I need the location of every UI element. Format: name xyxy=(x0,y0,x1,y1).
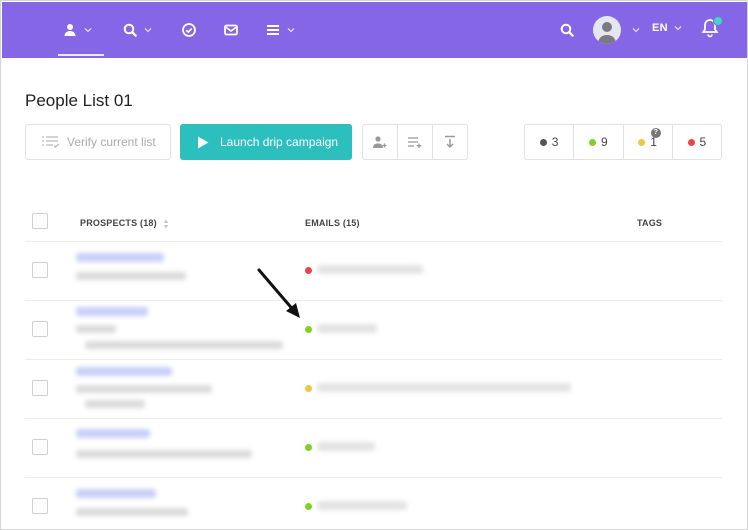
notification-indicator xyxy=(713,16,723,26)
active-nav-indicator xyxy=(58,54,104,56)
status-count: 9 xyxy=(601,135,608,149)
user-avatar[interactable] xyxy=(593,16,621,44)
nav-search[interactable] xyxy=(122,18,152,42)
column-header-emails[interactable]: EMAILS (15) xyxy=(305,218,360,228)
export-icon xyxy=(445,135,455,149)
status-count: 3 xyxy=(551,135,559,149)
prospect-subtitle xyxy=(85,341,283,349)
play-icon xyxy=(198,136,209,148)
status-dot xyxy=(638,138,646,146)
list-actions-group xyxy=(362,124,468,160)
search-icon xyxy=(560,23,574,37)
prospect-subtitle xyxy=(76,450,252,458)
row-divider xyxy=(25,477,722,478)
status-dot xyxy=(589,138,597,146)
annotation-arrow-icon xyxy=(257,268,300,318)
select-all-checkbox[interactable] xyxy=(32,213,48,229)
row-divider xyxy=(25,418,722,419)
row-checkbox[interactable] xyxy=(32,321,48,337)
menu-icon xyxy=(267,25,279,35)
email-address xyxy=(317,324,377,333)
email-address xyxy=(317,442,375,451)
chevron-down-icon xyxy=(287,28,295,33)
chevron-down-icon[interactable] xyxy=(632,26,640,34)
prospect-subtitle xyxy=(76,272,186,280)
language-label: EN xyxy=(652,22,668,34)
add-to-list-icon xyxy=(408,137,422,148)
status-count: 5 xyxy=(699,135,707,149)
prospect-subtitle xyxy=(85,400,145,408)
column-header-prospects-label: PROSPECTS (18) xyxy=(80,218,157,228)
global-search-button[interactable] xyxy=(559,18,575,42)
status-filter-unknown[interactable]: 3 xyxy=(525,125,575,159)
mail-icon xyxy=(224,24,238,36)
status-dot xyxy=(687,138,695,146)
add-person-icon xyxy=(373,136,387,148)
prospect-name-link[interactable] xyxy=(76,367,172,376)
nav-menu[interactable] xyxy=(265,18,295,42)
prospect-name-link[interactable] xyxy=(76,429,150,438)
prospect-title xyxy=(76,325,116,333)
add-person-button[interactable] xyxy=(363,125,398,159)
nav-tasks[interactable] xyxy=(181,18,197,42)
email-status-dot xyxy=(305,444,312,451)
help-badge-icon[interactable]: ? xyxy=(650,128,661,138)
column-header-tags[interactable]: TAGS xyxy=(637,218,662,228)
app-window: EN People List 01 Verify current list La… xyxy=(0,0,748,530)
page-title: People List 01 xyxy=(25,91,133,110)
email-status-dot xyxy=(305,326,312,333)
prospect-name-link[interactable] xyxy=(76,489,156,498)
chevron-down-icon xyxy=(674,26,682,31)
person-silhouette-icon xyxy=(598,22,616,44)
chevron-down-icon xyxy=(144,28,152,33)
prospect-title xyxy=(76,385,212,393)
verify-list-button[interactable]: Verify current list xyxy=(25,124,171,160)
status-filter-invalid[interactable]: 5 xyxy=(673,125,721,159)
nav-people[interactable] xyxy=(62,18,92,42)
status-filter-valid[interactable]: 9 xyxy=(574,125,624,159)
row-checkbox[interactable] xyxy=(32,498,48,514)
email-status-dot xyxy=(305,385,312,392)
row-checkbox[interactable] xyxy=(32,380,48,396)
nav-inbox[interactable] xyxy=(223,18,239,42)
status-filter-group: 3 9 1 ? 5 xyxy=(524,124,722,160)
add-to-list-button[interactable] xyxy=(398,125,433,159)
email-status-dot xyxy=(305,503,312,510)
prospect-name-link[interactable] xyxy=(76,253,164,262)
email-status-dot xyxy=(305,267,312,274)
check-circle-icon xyxy=(182,23,196,37)
sort-icon xyxy=(163,219,169,229)
row-divider xyxy=(25,300,722,301)
column-header-prospects[interactable]: PROSPECTS (18) xyxy=(80,218,169,229)
row-divider xyxy=(25,359,722,360)
email-address xyxy=(317,501,407,510)
top-navigation-bar: EN xyxy=(2,2,747,58)
status-dot xyxy=(539,138,547,146)
search-icon xyxy=(123,23,137,37)
verify-list-icon xyxy=(42,136,60,149)
email-address xyxy=(317,383,571,392)
launch-drip-campaign-button[interactable]: Launch drip campaign xyxy=(180,124,352,160)
row-checkbox[interactable] xyxy=(32,262,48,278)
export-button[interactable] xyxy=(433,125,467,159)
status-filter-risky[interactable]: 1 ? xyxy=(624,125,673,159)
launch-drip-campaign-label: Launch drip campaign xyxy=(220,135,339,149)
header-divider xyxy=(25,241,722,242)
prospect-subtitle xyxy=(76,508,188,516)
person-icon xyxy=(64,24,76,36)
row-checkbox[interactable] xyxy=(32,439,48,455)
email-address xyxy=(317,265,423,274)
chevron-down-icon xyxy=(84,28,92,33)
prospect-name-link[interactable] xyxy=(76,307,148,316)
verify-list-label: Verify current list xyxy=(67,135,156,149)
language-selector[interactable]: EN xyxy=(652,22,682,34)
